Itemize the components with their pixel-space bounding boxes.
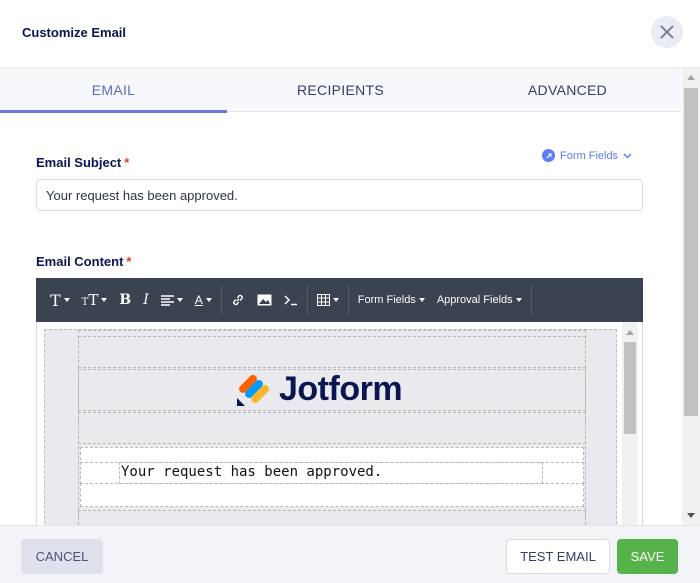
- email-content-editor[interactable]: Jotform Your request has been approved.: [36, 322, 643, 525]
- bold-icon: B: [119, 292, 132, 308]
- close-button[interactable]: [651, 16, 683, 48]
- approval-fields-menu-label: Approval Fields: [436, 294, 513, 306]
- link-icon: [542, 149, 555, 162]
- link-icon: [232, 294, 243, 306]
- jotform-logo: Jotform: [235, 370, 403, 409]
- font-color-button[interactable]: A: [189, 278, 218, 322]
- save-button[interactable]: SAVE: [617, 539, 678, 574]
- image-icon: [257, 294, 272, 306]
- table-button[interactable]: [311, 278, 345, 322]
- font-color-icon: A: [194, 293, 203, 307]
- toolbar-divider: [306, 287, 308, 313]
- text-style-button[interactable]: T: [44, 278, 76, 322]
- approval-fields-menu[interactable]: Approval Fields: [431, 278, 528, 322]
- modal-title: Customize Email: [22, 25, 127, 40]
- scroll-up-icon[interactable]: [687, 75, 695, 80]
- bold-button[interactable]: B: [113, 278, 137, 322]
- form-fields-link[interactable]: Form Fields: [542, 149, 632, 162]
- template-row: [78, 336, 586, 368]
- modal-scrollbar[interactable]: [682, 68, 700, 525]
- chevron-down-icon: [623, 152, 632, 159]
- link-button[interactable]: [225, 278, 251, 322]
- email-content-label: Email Content *: [36, 254, 131, 269]
- required-mark: *: [124, 155, 130, 170]
- form-fields-menu[interactable]: Form Fields: [352, 278, 431, 322]
- table-icon: [316, 294, 330, 306]
- cancel-button[interactable]: CANCEL: [21, 539, 103, 574]
- text-style-icon: T: [50, 290, 61, 310]
- image-button[interactable]: [251, 278, 278, 322]
- close-icon: [660, 25, 674, 39]
- jotform-logo-text: Jotform: [279, 370, 403, 408]
- required-mark: *: [126, 254, 132, 269]
- editor-toolbar: T TT B I A Form Fields Approval Fields: [36, 278, 643, 322]
- scrollbar-thumb[interactable]: [684, 88, 698, 416]
- italic-icon: I: [143, 292, 149, 308]
- editor-scrollbar-thumb[interactable]: [624, 342, 636, 434]
- font-size-icon: TT: [81, 291, 99, 309]
- align-icon: [160, 294, 174, 306]
- font-size-button[interactable]: TT: [76, 278, 114, 322]
- code-icon: [284, 295, 297, 306]
- scroll-up-icon[interactable]: [626, 330, 634, 335]
- scroll-down-icon[interactable]: [687, 513, 695, 518]
- jotform-logo-icon: [237, 374, 269, 406]
- form-fields-menu-label: Form Fields: [357, 294, 416, 306]
- editor-scrollbar[interactable]: [622, 322, 638, 525]
- tab-recipients[interactable]: RECIPIENTS: [227, 68, 454, 112]
- italic-button[interactable]: I: [137, 278, 155, 322]
- toolbar-divider: [530, 287, 532, 313]
- email-subject-label: Email Subject *: [36, 155, 129, 170]
- template-row: [78, 510, 586, 525]
- form-fields-link-label: Form Fields: [560, 149, 619, 162]
- code-button[interactable]: [278, 278, 304, 322]
- email-template-canvas: Jotform Your request has been approved.: [44, 329, 617, 525]
- toolbar-divider: [220, 287, 222, 313]
- modal-footer: CANCEL TEST EMAIL SAVE: [0, 525, 700, 583]
- tab-bar: EMAIL RECIPIENTS ADVANCED: [0, 68, 681, 113]
- email-body-text[interactable]: Your request has been approved.: [121, 464, 382, 480]
- tab-advanced[interactable]: ADVANCED: [454, 68, 681, 112]
- tab-email[interactable]: EMAIL: [0, 68, 227, 113]
- email-subject-input[interactable]: [36, 179, 643, 211]
- toolbar-divider: [347, 287, 349, 313]
- modal-header: Customize Email: [0, 0, 700, 68]
- email-content-label-text: Email Content: [36, 254, 124, 269]
- test-email-button[interactable]: TEST EMAIL: [506, 539, 610, 574]
- email-subject-label-text: Email Subject: [36, 155, 122, 170]
- template-row: [78, 412, 586, 444]
- align-button[interactable]: [155, 278, 189, 322]
